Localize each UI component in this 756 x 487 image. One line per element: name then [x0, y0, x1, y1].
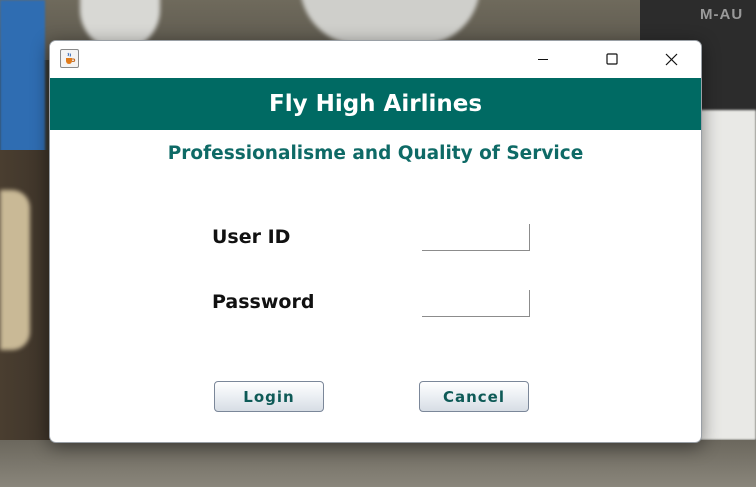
background-mug-right — [700, 110, 756, 440]
login-window: Fly High Airlines Professionalisme and Q… — [49, 40, 702, 443]
background-device-text: M-AU — [700, 6, 744, 23]
subtitle: Professionalisme and Quality of Service — [167, 143, 584, 164]
maximize-icon — [606, 53, 618, 65]
header-title: Fly High Airlines — [50, 78, 701, 130]
title-bar[interactable] — [50, 41, 701, 77]
minimize-icon — [538, 59, 548, 60]
close-icon — [665, 53, 677, 65]
password-input[interactable] — [422, 290, 530, 317]
close-button[interactable] — [648, 41, 694, 77]
maximize-button[interactable] — [589, 41, 635, 77]
background-mug — [0, 190, 30, 350]
password-label: Password — [212, 291, 315, 313]
user-id-input[interactable] — [422, 224, 530, 251]
login-button[interactable]: Login — [214, 381, 324, 412]
cancel-button[interactable]: Cancel — [419, 381, 529, 412]
background-blue-object — [0, 0, 45, 170]
java-cup-icon[interactable] — [60, 49, 79, 68]
user-id-label: User ID — [212, 226, 291, 248]
minimize-button[interactable] — [520, 41, 566, 77]
background-desk — [0, 440, 756, 487]
